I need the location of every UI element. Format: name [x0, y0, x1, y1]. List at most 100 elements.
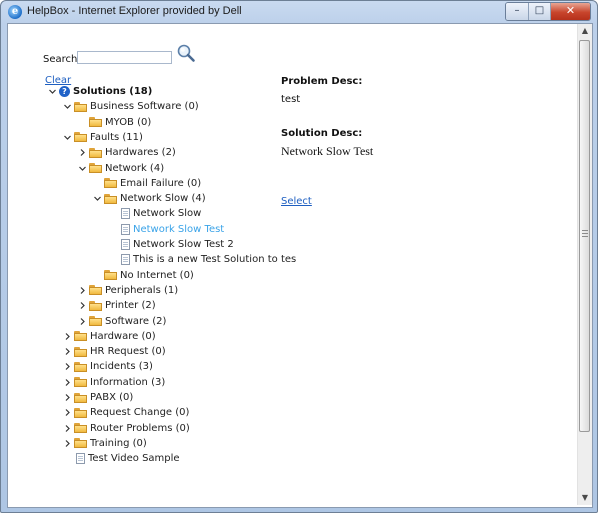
tree-item-label: Business Software (0): [90, 101, 199, 113]
tree-item[interactable]: HR Request (0): [63, 344, 166, 359]
tree-item-label: Router Problems (0): [90, 422, 190, 434]
chevron-down-icon[interactable]: [63, 102, 72, 111]
tree-item-label: Hardware (0): [90, 330, 156, 342]
chevron-right-icon[interactable]: [63, 424, 72, 433]
folder-icon: [104, 178, 117, 189]
folder-icon: [74, 346, 87, 357]
document-icon: [76, 453, 85, 465]
chevron-down-icon[interactable]: [93, 194, 102, 203]
browser-window: e HelpBox - Internet Explorer provided b…: [0, 0, 598, 513]
scroll-up-arrow-icon[interactable]: ▲: [578, 24, 592, 38]
tree-item-label: Incidents (3): [90, 361, 153, 373]
tree-item[interactable]: Training (0): [63, 436, 147, 451]
document-icon: [121, 254, 130, 266]
tree-item-label: Network Slow Test 2: [133, 239, 234, 250]
tree-item-label: Network Slow Test: [133, 223, 225, 235]
chevron-right-icon[interactable]: [78, 148, 87, 157]
chevron-right-icon[interactable]: [63, 393, 72, 402]
chevron-right-icon[interactable]: [63, 378, 72, 387]
tree-item[interactable]: Request Change (0): [63, 405, 189, 420]
tree-item[interactable]: PABX (0): [63, 390, 133, 405]
tree-item-label: Test Video Sample: [88, 453, 180, 465]
tree-item[interactable]: No Internet (0): [93, 268, 194, 283]
tree-item-label: PABX (0): [90, 392, 134, 403]
tree-item[interactable]: This is a new Test Solution to tes: [108, 252, 296, 267]
folder-icon: [89, 147, 102, 158]
tree-item[interactable]: Printer (2): [78, 298, 156, 313]
scrollbar-grip-icon: [582, 230, 588, 237]
tree-item[interactable]: Network Slow: [108, 206, 201, 221]
chevron-down-icon[interactable]: [63, 133, 72, 142]
tree-item[interactable]: Hardware (0): [63, 329, 156, 344]
tree-item-label: Solutions (18): [73, 86, 153, 97]
tree-item[interactable]: Information (3): [63, 375, 165, 390]
close-button[interactable]: ✕: [550, 3, 590, 20]
tree-root[interactable]: ? Solutions (18): [48, 84, 152, 99]
tree-item-label: Training (0): [90, 437, 147, 449]
tree-item[interactable]: Hardwares (2): [78, 145, 176, 160]
folder-icon: [74, 132, 87, 143]
chevron-right-icon[interactable]: [63, 347, 72, 356]
tree-item[interactable]: Business Software (0): [63, 99, 199, 114]
document-icon: [121, 208, 130, 220]
search-icon[interactable]: [176, 43, 196, 63]
tree-item[interactable]: Incidents (3): [63, 359, 153, 374]
window-controls: – □ ✕: [505, 2, 591, 21]
folder-icon: [89, 316, 102, 326]
chevron-down-icon[interactable]: [78, 164, 87, 173]
title-bar[interactable]: e HelpBox - Internet Explorer provided b…: [1, 1, 597, 23]
scroll-down-arrow-icon[interactable]: ▼: [578, 491, 592, 505]
vertical-scrollbar[interactable]: ▲ ▼: [577, 24, 592, 505]
tree-item[interactable]: Peripherals (1): [78, 283, 178, 298]
tree-item[interactable]: MYOB (0): [78, 115, 151, 130]
folder-icon: [74, 331, 87, 342]
chevron-right-icon[interactable]: [78, 317, 87, 326]
tree-item-label: Network Slow: [133, 208, 202, 220]
chevron-right-icon[interactable]: [63, 332, 72, 341]
scrollbar-thumb[interactable]: [579, 40, 590, 432]
folder-icon: [89, 163, 102, 173]
chevron-down-icon[interactable]: [48, 87, 57, 96]
tree-item[interactable]: Faults (11): [63, 130, 143, 145]
tree-item[interactable]: Network Slow Test 2: [108, 237, 234, 252]
folder-icon: [104, 193, 117, 204]
tree-item[interactable]: Network (4): [78, 161, 164, 176]
tree-item-label: Request Change (0): [90, 407, 190, 419]
search-input[interactable]: [77, 51, 172, 64]
page-content: Search Clear ? Solutions (18) Business Sof…: [7, 23, 593, 508]
tree-item-label: Network (4): [105, 162, 165, 174]
document-icon: [121, 239, 130, 250]
maximize-button[interactable]: □: [528, 3, 550, 20]
tree-item-label: No Internet (0): [120, 269, 194, 281]
internet-explorer-icon: e: [8, 5, 22, 19]
tree-item[interactable]: Network Slow Test: [108, 222, 224, 237]
tree-item-label: Faults (11): [90, 131, 143, 143]
chevron-right-icon[interactable]: [78, 301, 87, 310]
tree-item[interactable]: Network Slow (4): [93, 191, 206, 206]
chevron-right-icon[interactable]: [63, 362, 72, 371]
search-label: Search: [43, 54, 78, 65]
chevron-right-icon[interactable]: [63, 439, 72, 448]
tree-item[interactable]: Email Failure (0): [93, 176, 201, 191]
tree-item[interactable]: Router Problems (0): [63, 421, 190, 436]
folder-icon: [74, 423, 87, 434]
tree-item-label: Software (2): [105, 315, 167, 327]
folder-icon: [74, 377, 87, 388]
tree-item-label: Hardwares (2): [105, 147, 176, 159]
folder-icon: [89, 300, 102, 311]
tree-item[interactable]: Test Video Sample: [63, 451, 180, 466]
tree-item-label: HR Request (0): [90, 346, 166, 358]
tree-item[interactable]: Software (2): [78, 314, 166, 329]
folder-icon: [74, 438, 87, 449]
tree-item-label: Network Slow (4): [120, 193, 206, 205]
folder-icon: [74, 407, 87, 418]
tree-item-label: This is a new Test Solution to tes: [133, 254, 297, 266]
document-icon: [121, 223, 130, 235]
chevron-right-icon[interactable]: [78, 286, 87, 295]
minimize-button[interactable]: –: [506, 3, 528, 20]
solution-desc-value: Network Slow Test: [281, 144, 374, 158]
folder-icon: [89, 285, 102, 296]
chevron-right-icon[interactable]: [63, 408, 72, 417]
select-link[interactable]: Select: [281, 196, 312, 207]
tree-item-label: Peripherals (1): [105, 284, 179, 296]
